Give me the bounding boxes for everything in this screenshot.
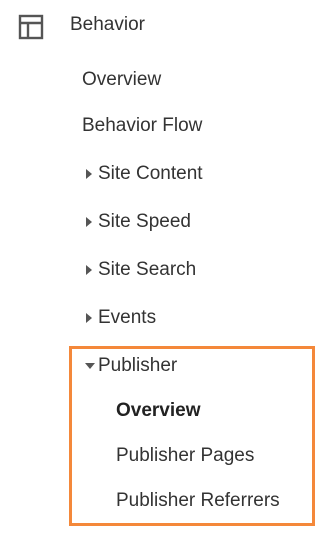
nav-subitem-publisher-pages[interactable]: Publisher Pages xyxy=(116,443,254,469)
nav-item-site-search[interactable]: Site Search xyxy=(98,257,196,283)
nav-item-overview[interactable]: Overview xyxy=(82,67,161,93)
layout-icon xyxy=(18,14,44,40)
section-title-behavior[interactable]: Behavior xyxy=(70,12,145,38)
nav-item-site-speed[interactable]: Site Speed xyxy=(98,209,191,235)
caret-right-icon[interactable] xyxy=(86,313,92,323)
nav-item-behavior-flow[interactable]: Behavior Flow xyxy=(82,113,202,139)
caret-right-icon[interactable] xyxy=(86,265,92,275)
nav-subitem-publisher-referrers[interactable]: Publisher Referrers xyxy=(116,488,280,514)
nav-item-events[interactable]: Events xyxy=(98,305,156,331)
caret-right-icon[interactable] xyxy=(86,217,92,227)
caret-right-icon[interactable] xyxy=(86,169,92,179)
caret-down-icon[interactable] xyxy=(85,363,95,369)
nav-item-site-content[interactable]: Site Content xyxy=(98,161,203,187)
nav-subitem-publisher-overview[interactable]: Overview xyxy=(116,398,201,424)
nav-item-publisher[interactable]: Publisher xyxy=(98,353,177,379)
